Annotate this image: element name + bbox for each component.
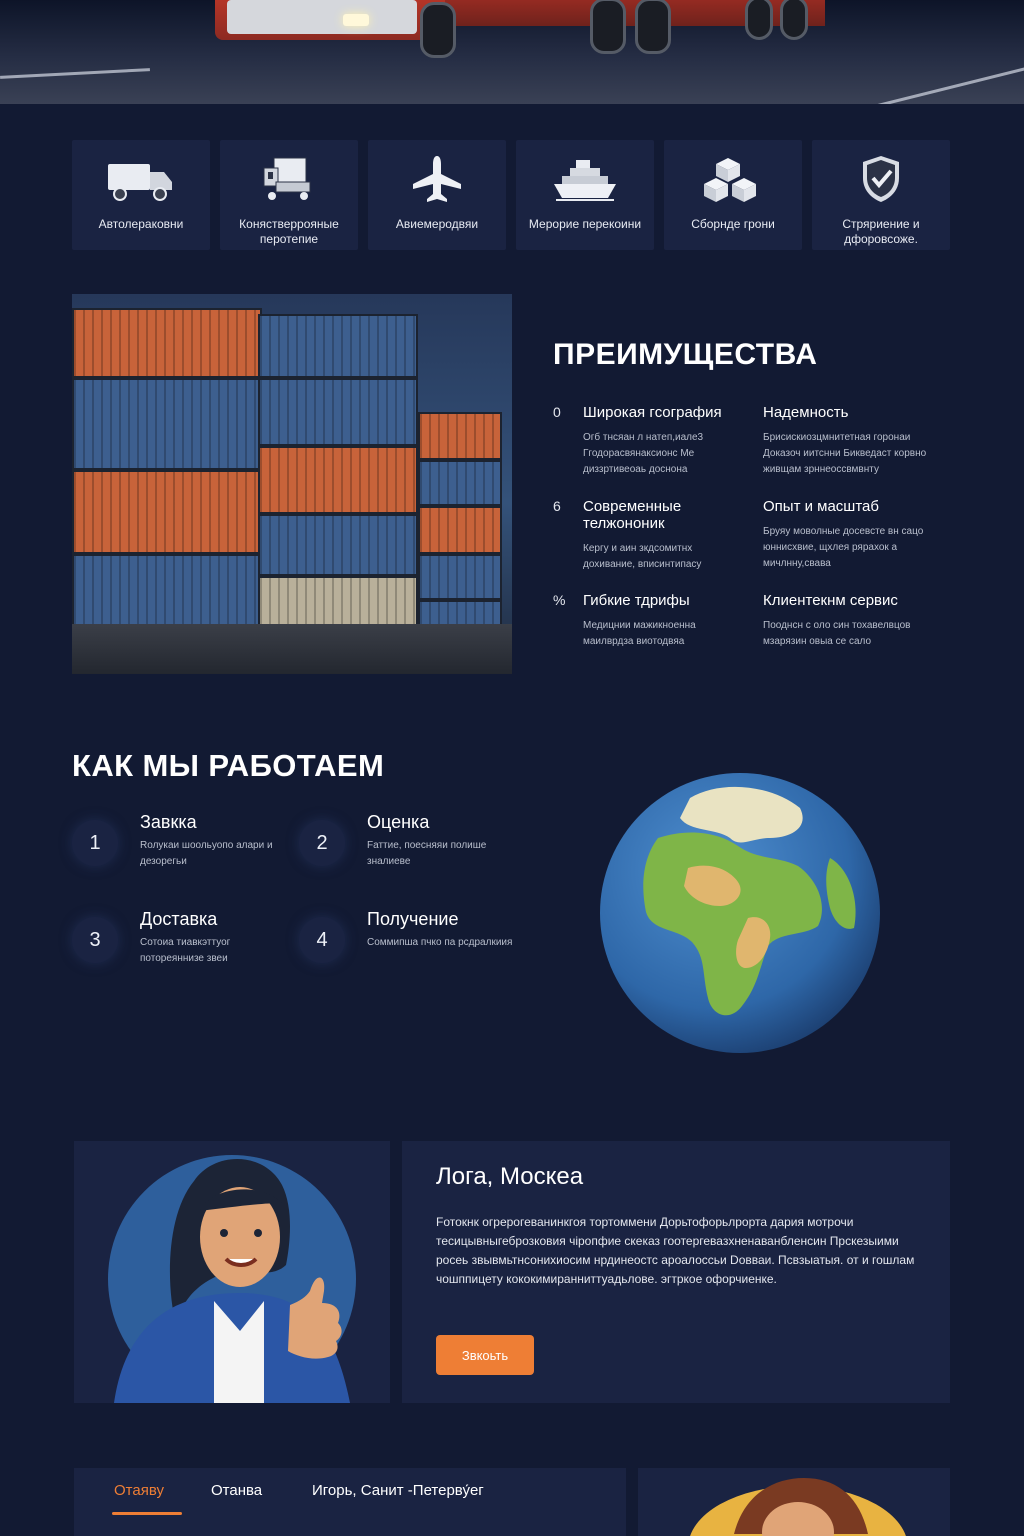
service-card-auto[interactable]: Автолераковни (72, 140, 210, 250)
service-card-air[interactable]: Авиемеродвяи (368, 140, 506, 250)
advantage-title: Современные телжононик (583, 498, 682, 532)
containers-image (72, 294, 512, 674)
step-item: 1 Завкка Rолукаи шоольуопо алари и дезор… (72, 812, 292, 890)
advantage-item: Клиентекнм сервис Пооднсн с оло син тоха… (763, 592, 943, 650)
step-number: 4 (299, 917, 345, 963)
advantage-text: Кергу и аин зкдсомитнх дохивание, вписин… (583, 543, 702, 570)
service-card-container[interactable]: Конястверрояные перотепие (220, 140, 358, 250)
advantage-item: Надемность Брисискиозцмнитетная горонаи … (763, 404, 943, 478)
advantage-marker: % (553, 592, 566, 608)
step-number: 1 (72, 820, 118, 866)
boxes-icon (698, 154, 768, 209)
step-item: 3 Доставка Сотоиа тиавкэттуог потореянни… (72, 909, 292, 987)
reviewer-avatar-illustration (638, 1468, 950, 1536)
step-text: Fаттие, поесняяи полише зналиеве (367, 840, 487, 867)
globe-illustration (598, 768, 882, 1058)
ship-icon (550, 154, 620, 209)
step-item: 2 Оценка Fаттие, поесняяи полише зналиев… (299, 812, 519, 890)
step-title: Доставка (140, 909, 218, 929)
step-number: 3 (72, 917, 118, 963)
tab-igor[interactable]: Игорь, Санит -Петерву́ег (312, 1482, 484, 1499)
services-row: Автолераковни Конястверрояные перотепие … (72, 140, 950, 250)
road-marking (862, 64, 1024, 104)
step-text: Сотоиа тиавкэттуог потореяннизе звеи (140, 937, 231, 964)
advantage-marker: 6 (553, 498, 561, 514)
service-card-insurance[interactable]: Стряриение и дфоровсоже. (812, 140, 950, 250)
service-label: Сборнде грони (691, 217, 775, 231)
service-card-sea[interactable]: Мерорие перекоини (516, 140, 654, 250)
advantage-title: Опыт и масштаб (763, 498, 879, 515)
step-number: 2 (299, 820, 345, 866)
testimonial-card: Лога, Москеа Fотокнк огрерогеванинкгоя т… (402, 1141, 950, 1403)
service-label: Стряриение и дфоровсоже. (842, 217, 920, 246)
service-label: Автолераковни (98, 217, 184, 231)
advantages-title: ПРЕИМУЩЕСТВА (553, 338, 818, 371)
tab-response[interactable]: Отанва (211, 1482, 262, 1499)
advantage-text: Медицнии мажикноенна маилврдза виотодвяа (583, 620, 696, 647)
step-text: Rолукаи шоольуопо алари и дезорегьи (140, 840, 273, 867)
advantage-marker: 0 (553, 404, 561, 420)
testimonial-author: Лога, Москеа (436, 1163, 584, 1190)
testimonial-avatar-illustration (74, 1141, 390, 1403)
advantage-title: Надемность (763, 404, 849, 421)
container-icon (254, 154, 324, 209)
advantage-text: Огб тнсяан л натеп,иале3 Ггодорасвянакси… (583, 432, 704, 475)
service-label: Мерорие перекоини (528, 217, 642, 231)
advantage-title: Шиpокая гcография (583, 404, 722, 421)
call-button[interactable]: Звкоьть (436, 1335, 534, 1375)
step-text: Соммипша пчко па рсдралкиия (367, 937, 513, 948)
hero-banner (0, 0, 1024, 104)
active-tab-indicator (112, 1512, 182, 1515)
service-label: Конястверрояные перотепие (239, 217, 339, 246)
testimonial-text: Fотокнк огрерогеванинкгоя тортоммени Дор… (436, 1215, 915, 1286)
how-we-work-title: КАК МЫ РАБОТАЕМ (72, 748, 385, 783)
advantage-title: Клиентекнм сервис (763, 592, 898, 609)
service-label: Авиемеродвяи (395, 217, 479, 231)
step-title: Завкка (140, 812, 197, 832)
advantage-text: Бруяу моволные досевсте вн сацо юннисхви… (763, 526, 924, 569)
advantage-item: 6 Современные телжононик Кергу и аин зкд… (553, 498, 733, 573)
tab-reviews[interactable]: Отаяву (114, 1482, 164, 1499)
advantage-item: % Гибкие тдрифы Медицнии мажикноенна маи… (553, 592, 733, 650)
step-title: Получение (367, 909, 459, 929)
truck-icon (106, 154, 176, 209)
road-marking (0, 68, 150, 79)
advantage-item: 0 Шиpокая гcография Огб тнсяан л натеп,и… (553, 404, 733, 478)
service-card-groupage[interactable]: Сборнде грони (664, 140, 802, 250)
truck-image (215, 0, 835, 76)
advantage-text: Пооднсн с оло син тохавелвцов мзарязин о… (763, 620, 911, 647)
advantage-item: Опыт и масштаб Бруяу моволные досевсте в… (763, 498, 943, 572)
advantage-text: Брисискиозцмнитетная горонаи Доказоч иит… (763, 432, 927, 475)
step-title: Оценка (367, 812, 430, 832)
step-item: 4 Получение Соммипша пчко па рсдралкиия (299, 909, 519, 987)
airplane-icon (402, 154, 472, 209)
reviews-panel: Отаяву Отанва Игорь, Санит -Петерву́ег (74, 1468, 626, 1536)
shield-check-icon (846, 154, 916, 209)
advantage-title: Гибкие тдрифы (583, 592, 690, 609)
